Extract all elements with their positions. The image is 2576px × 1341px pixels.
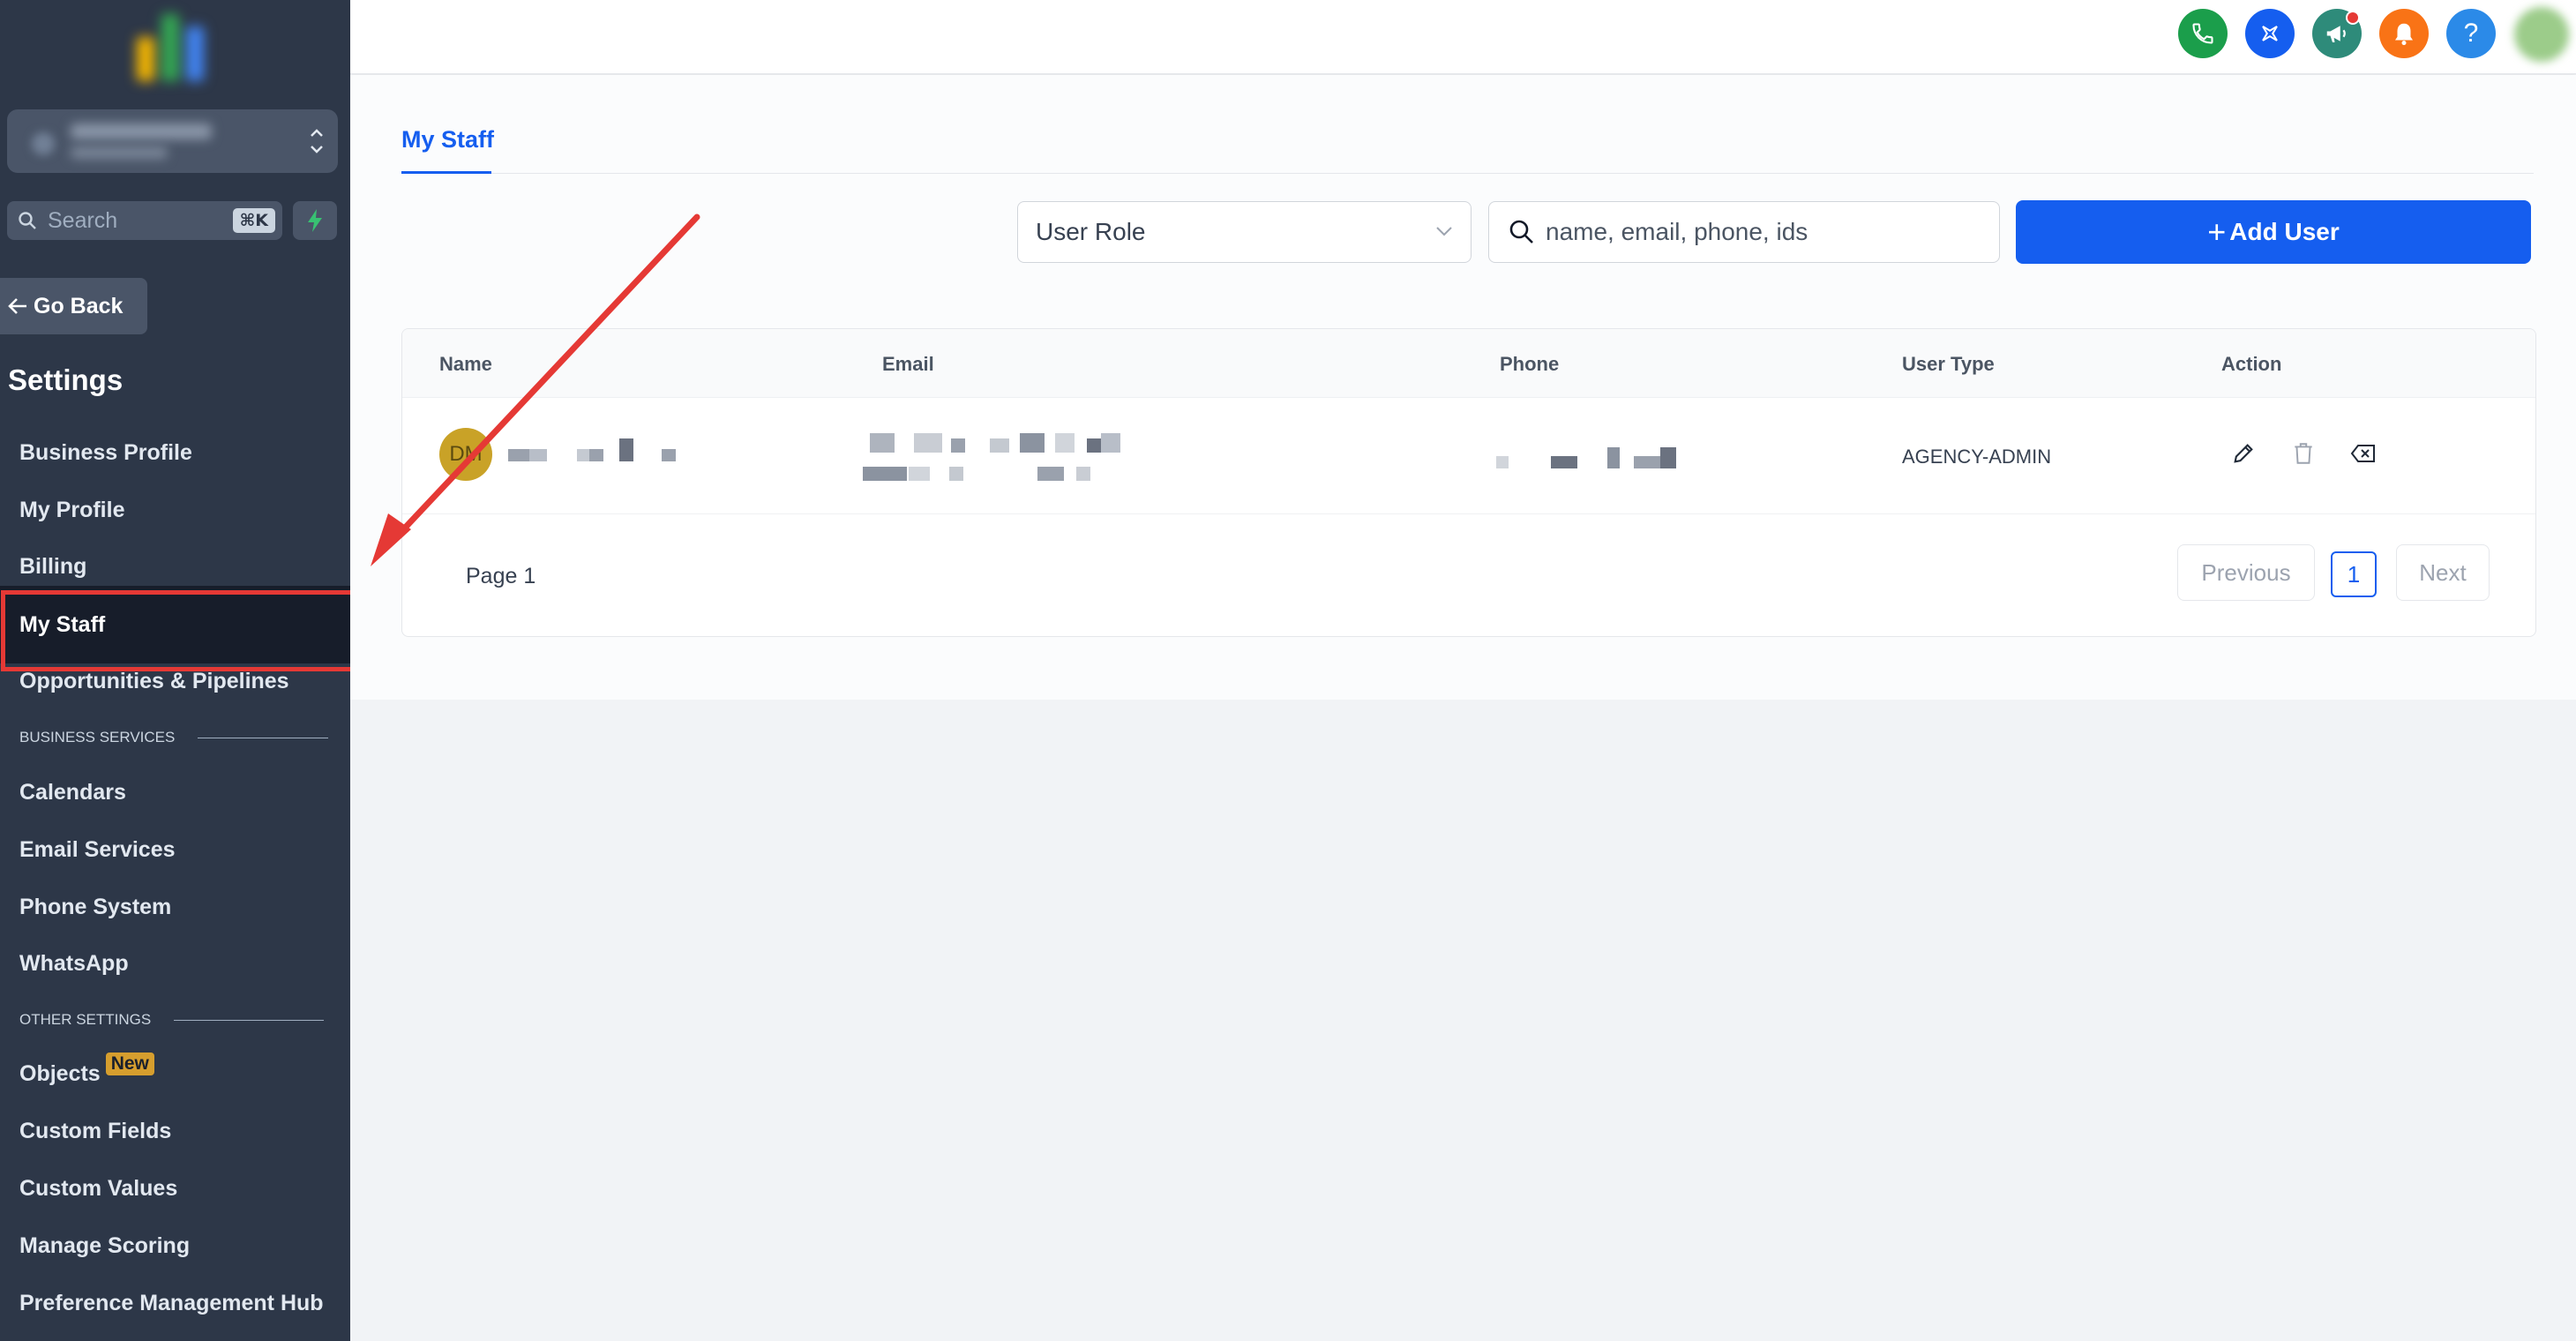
- account-location: [71, 146, 168, 159]
- top-bar: ?: [350, 0, 2576, 74]
- search-shortcut: ⌘K: [232, 208, 275, 233]
- next-page-button[interactable]: Next: [2396, 544, 2490, 601]
- user-avatar[interactable]: [2514, 7, 2569, 62]
- sidebar-item-calendars[interactable]: Calendars: [19, 780, 126, 805]
- user-type-value: AGENCY-ADMIN: [1902, 446, 2052, 468]
- announcements-button[interactable]: [2312, 9, 2362, 58]
- sidebar-search[interactable]: Search ⌘K: [7, 201, 282, 240]
- help-icon: ?: [2463, 19, 2479, 48]
- sidebar-item-preference-hub[interactable]: Preference Management Hub: [19, 1291, 324, 1316]
- search-placeholder: Search: [48, 207, 118, 233]
- annotation-highlight-box: [1, 590, 356, 671]
- trash-icon: [2295, 443, 2312, 464]
- column-user-type: User Type: [1902, 353, 1995, 375]
- lightning-icon: [308, 209, 322, 232]
- sidebar-item-whatsapp[interactable]: WhatsApp: [19, 951, 129, 977]
- section-business-services: BUSINESS SERVICES: [19, 729, 329, 746]
- backspace-x-icon: [2350, 445, 2375, 462]
- section-label: BUSINESS SERVICES: [19, 729, 176, 745]
- company-logo: [128, 12, 213, 86]
- section-label: OTHER SETTINGS: [19, 1011, 152, 1028]
- remove-access-button[interactable]: [2348, 438, 2378, 468]
- sidebar-item-manage-scoring[interactable]: Manage Scoring: [19, 1233, 190, 1259]
- tab-divider: [401, 173, 2534, 174]
- section-other-settings: OTHER SETTINGS: [19, 1011, 325, 1029]
- help-button[interactable]: ?: [2446, 9, 2496, 58]
- sidebar-item-objects[interactable]: Objects New: [19, 1053, 154, 1087]
- quick-action-button[interactable]: [293, 201, 337, 240]
- account-switcher[interactable]: [7, 109, 338, 173]
- delete-button[interactable]: [2288, 438, 2318, 468]
- account-avatar: [32, 132, 55, 155]
- arrow-left-icon: [8, 298, 26, 314]
- search-icon: [19, 212, 36, 229]
- tab-active-indicator: [401, 171, 491, 174]
- plus-icon: +: [2207, 214, 2227, 250]
- sidebar-item-business-profile[interactable]: Business Profile: [19, 440, 192, 466]
- ai-assistant-button[interactable]: [2245, 9, 2295, 58]
- staff-search-input[interactable]: name, email, phone, ids: [1488, 201, 2000, 263]
- main-content: My Staff User Role name, email, phone, i…: [350, 75, 2576, 700]
- user-role-select-value: User Role: [1036, 218, 1146, 245]
- add-user-label: Add User: [2229, 218, 2340, 245]
- sidebar-item-opportunities[interactable]: Opportunities & Pipelines: [19, 669, 289, 694]
- sparkle-icon: [2262, 26, 2278, 41]
- table-row[interactable]: DM AGENCY-ADMIN: [402, 398, 2535, 514]
- sidebar-item-custom-fields[interactable]: Custom Fields: [19, 1119, 171, 1144]
- staff-table: Name Email Phone User Type Action DM AGE…: [401, 328, 2536, 637]
- sidebar-item-phone-system[interactable]: Phone System: [19, 895, 171, 920]
- edit-button[interactable]: [2228, 438, 2258, 468]
- column-name: Name: [439, 353, 492, 375]
- column-email: Email: [882, 353, 934, 375]
- sidebar-item-my-profile[interactable]: My Profile: [19, 498, 124, 523]
- sidebar-item-label: Objects: [19, 1061, 101, 1086]
- chevron-updown-icon: [311, 129, 323, 154]
- sidebar-item-email-services[interactable]: Email Services: [19, 837, 176, 863]
- add-user-button[interactable]: + Add User: [2016, 200, 2531, 264]
- go-back-label: Go Back: [34, 293, 124, 318]
- search-placeholder: name, email, phone, ids: [1546, 218, 1808, 245]
- column-phone: Phone: [1500, 353, 1560, 375]
- tab-my-staff[interactable]: My Staff: [401, 126, 494, 154]
- table-header: Name Email Phone User Type Action: [402, 329, 2535, 398]
- pencil-icon: [2234, 444, 2253, 463]
- settings-title: Settings: [8, 363, 124, 396]
- search-icon: [1509, 220, 1533, 243]
- phone-icon: [2192, 23, 2213, 44]
- sidebar-item-custom-values[interactable]: Custom Values: [19, 1176, 177, 1202]
- user-role-select[interactable]: User Role: [1017, 201, 1471, 263]
- previous-page-button[interactable]: Previous: [2177, 544, 2315, 601]
- column-action: Action: [2221, 353, 2282, 375]
- current-page-button[interactable]: 1: [2331, 551, 2377, 597]
- notifications-button[interactable]: [2379, 9, 2429, 58]
- new-badge: New: [105, 1053, 154, 1075]
- section-divider: [174, 1019, 325, 1021]
- notification-dot: [2346, 11, 2360, 25]
- bell-icon: [2395, 23, 2413, 46]
- megaphone-icon: [2326, 26, 2346, 42]
- user-initials-avatar: DM: [439, 428, 492, 481]
- page-indicator: Page 1: [466, 564, 536, 588]
- chevron-down-icon: [1436, 227, 1452, 236]
- account-name: [71, 124, 212, 139]
- phone-button[interactable]: [2178, 9, 2228, 58]
- go-back-button[interactable]: Go Back: [0, 278, 147, 334]
- sidebar-item-billing[interactable]: Billing: [19, 554, 86, 580]
